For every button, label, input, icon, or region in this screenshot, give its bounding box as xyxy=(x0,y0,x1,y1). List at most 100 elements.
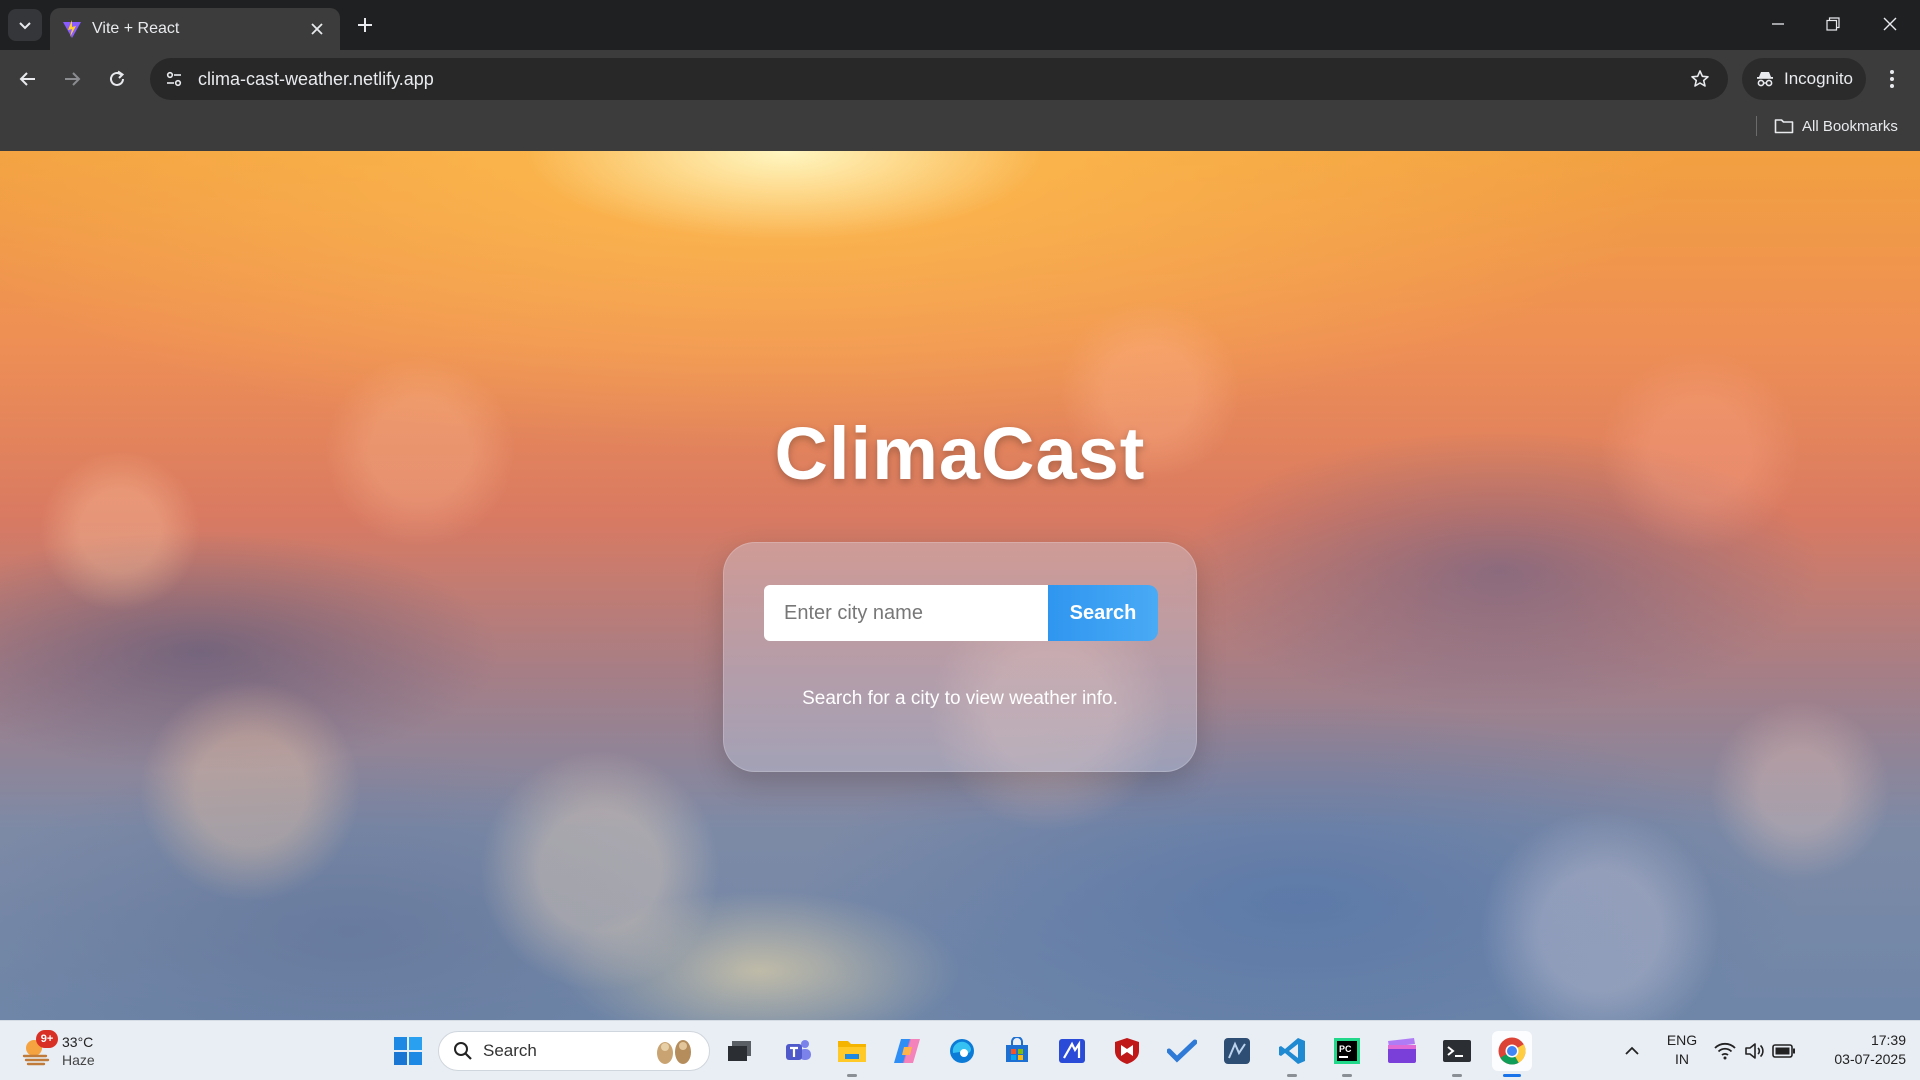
all-bookmarks-label: All Bookmarks xyxy=(1802,117,1898,135)
tab-strip: Vite + React xyxy=(0,0,1920,50)
terminal-icon xyxy=(1443,1040,1471,1062)
weather-temp: 33°C xyxy=(62,1034,94,1050)
app-title: ClimaCast xyxy=(774,412,1146,495)
running-indicator xyxy=(847,1074,857,1077)
chevron-down-icon xyxy=(19,22,31,30)
clock-time: 17:39 xyxy=(1870,1032,1906,1048)
tab-close-icon[interactable] xyxy=(306,18,328,40)
new-tab-button[interactable] xyxy=(352,12,378,38)
chevron-up-icon xyxy=(1625,1046,1639,1055)
weather-text: 33°C Haze xyxy=(62,1033,95,1069)
bookmark-star-icon[interactable] xyxy=(1684,63,1716,95)
more-vertical-icon xyxy=(1890,70,1894,88)
chrome-icon xyxy=(1498,1037,1526,1065)
teams-icon xyxy=(786,1040,811,1060)
search-form: Search xyxy=(764,585,1158,641)
incognito-profile-button[interactable]: Incognito xyxy=(1742,58,1866,100)
pycharm-icon: PC xyxy=(1334,1038,1360,1064)
show-hidden-icons-button[interactable] xyxy=(1616,1035,1648,1067)
close-window-button[interactable] xyxy=(1870,8,1910,40)
running-indicator xyxy=(1287,1074,1297,1077)
start-button[interactable] xyxy=(388,1031,428,1071)
incognito-icon xyxy=(1757,72,1773,87)
taskbar-app-mcafee[interactable] xyxy=(1107,1031,1147,1071)
browser-toolbar: clima-cast-weather.netlify.app Incognito xyxy=(0,50,1920,108)
taskbar-app-teams[interactable] xyxy=(778,1031,818,1071)
minimize-icon xyxy=(1772,23,1784,25)
all-bookmarks-button[interactable]: All Bookmarks xyxy=(1774,112,1898,140)
folder-icon xyxy=(1774,119,1794,134)
volume-icon xyxy=(1745,1043,1764,1059)
tab-vite-react[interactable]: Vite + React xyxy=(50,8,340,50)
taskbar-app-vscode[interactable] xyxy=(1272,1031,1312,1077)
folder-icon xyxy=(838,1041,866,1062)
copilot-icon xyxy=(894,1039,920,1063)
language-region: IN xyxy=(1675,1051,1689,1067)
page-viewport: ClimaCast Search Search for a city to vi… xyxy=(0,151,1920,1020)
taskbar-app-pycharm[interactable]: PC xyxy=(1327,1031,1367,1077)
svg-text:PC: PC xyxy=(1339,1044,1352,1054)
reload-icon xyxy=(110,70,125,86)
app-dark-icon xyxy=(1224,1038,1250,1064)
task-view-icon xyxy=(728,1041,751,1061)
weather-widget[interactable]: 9+ 33°C Haze xyxy=(20,1029,95,1073)
wifi-icon xyxy=(1714,1042,1736,1060)
taskbar-app-task-view[interactable] xyxy=(720,1031,760,1071)
edge-icon xyxy=(950,1039,974,1063)
taskbar-app-clipchamp[interactable] xyxy=(1382,1031,1422,1071)
weather-icon-wrap: 9+ xyxy=(20,1030,58,1068)
system-clock[interactable]: 17:39 03-07-2025 xyxy=(1810,1031,1906,1069)
arrow-right-icon xyxy=(65,72,81,86)
vite-logo-icon xyxy=(63,20,81,38)
app-blue-icon xyxy=(1059,1039,1085,1063)
taskbar-app-todo[interactable] xyxy=(1162,1031,1202,1071)
taskbar-app-copilot[interactable] xyxy=(887,1031,927,1071)
reload-button[interactable] xyxy=(101,63,133,95)
bookmarks-divider xyxy=(1756,116,1757,136)
taskbar-app-edge[interactable] xyxy=(942,1031,982,1071)
weather-condition: Haze xyxy=(62,1052,95,1068)
language-code: ENG xyxy=(1666,1032,1698,1048)
search-highlight-art-icon xyxy=(657,1040,691,1064)
taskbar-app-terminal[interactable] xyxy=(1437,1031,1477,1077)
running-indicator xyxy=(1452,1074,1462,1077)
active-indicator xyxy=(1503,1074,1521,1077)
restore-button[interactable] xyxy=(1813,8,1853,40)
url-text[interactable]: clima-cast-weather.netlify.app xyxy=(198,69,1684,90)
running-indicator xyxy=(1342,1074,1352,1077)
city-search-input[interactable] xyxy=(764,585,1048,641)
store-icon xyxy=(1006,1037,1028,1062)
search-card: Search Search for a city to view weather… xyxy=(723,542,1197,772)
site-info-icon[interactable] xyxy=(156,61,192,97)
clock-date: 03-07-2025 xyxy=(1834,1051,1906,1067)
bookmarks-bar: All Bookmarks xyxy=(0,108,1920,151)
forward-button[interactable] xyxy=(56,63,88,95)
address-bar[interactable]: clima-cast-weather.netlify.app xyxy=(150,58,1728,100)
taskbar-app-store[interactable] xyxy=(997,1031,1037,1071)
system-tray-icons[interactable] xyxy=(1714,1035,1796,1067)
language-indicator[interactable]: ENG IN xyxy=(1660,1031,1704,1069)
taskbar-search[interactable]: Search xyxy=(438,1031,710,1071)
vscode-icon xyxy=(1279,1038,1305,1064)
close-icon xyxy=(1883,17,1897,31)
tab-search-button[interactable] xyxy=(8,9,42,41)
taskbar-app-file-explorer[interactable] xyxy=(832,1031,872,1077)
back-button[interactable] xyxy=(12,63,44,95)
mcafee-shield-icon xyxy=(1115,1038,1139,1064)
search-button[interactable]: Search xyxy=(1048,585,1158,641)
empty-state-message: Search for a city to view weather info. xyxy=(802,688,1118,709)
minimize-button[interactable] xyxy=(1758,8,1798,40)
taskbar-app-blue[interactable] xyxy=(1052,1031,1092,1071)
restore-icon xyxy=(1826,17,1840,31)
clipchamp-icon xyxy=(1388,1038,1416,1063)
search-icon xyxy=(454,1042,472,1060)
arrow-left-icon xyxy=(19,72,35,86)
incognito-label: Incognito xyxy=(1784,69,1853,88)
taskbar: 9+ 33°C Haze Search PC ENG IN 17:39 03-0… xyxy=(0,1020,1920,1080)
plus-icon xyxy=(358,18,372,32)
browser-menu-button[interactable] xyxy=(1876,63,1908,95)
battery-icon xyxy=(1772,1044,1795,1058)
taskbar-app-dark[interactable] xyxy=(1217,1031,1257,1071)
taskbar-app-chrome[interactable] xyxy=(1492,1031,1532,1077)
checkmark-icon xyxy=(1167,1039,1197,1063)
